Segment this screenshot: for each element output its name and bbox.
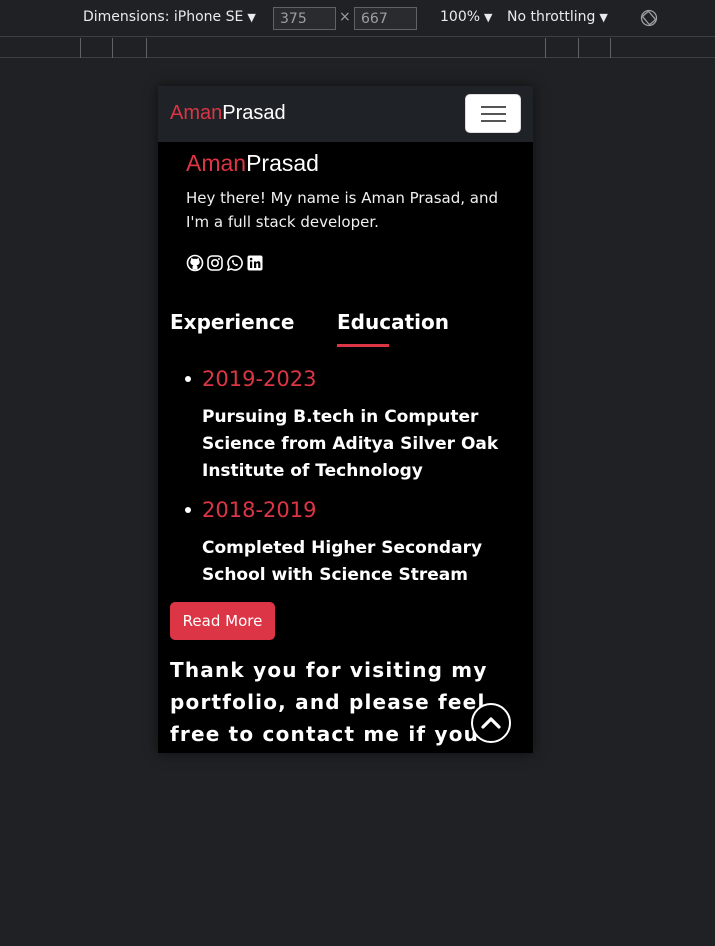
github-icon[interactable] <box>186 254 204 272</box>
education-description: Pursuing B.tech in Computer Science from… <box>202 407 499 481</box>
devtools-device-toolbar: Dimensions: iPhone SE▼ × 100%▼ No thrott… <box>0 0 715 37</box>
width-input[interactable] <box>273 7 336 30</box>
throttling-dropdown[interactable]: No throttling ▼ <box>507 9 608 25</box>
education-year: 2019-2023 <box>202 367 317 391</box>
ruler-divider <box>545 38 546 58</box>
zoom-dropdown[interactable]: 100% ▼ <box>440 9 493 25</box>
brand-last-name: Prasad <box>222 102 286 124</box>
education-description: Completed Higher Secondary School with S… <box>202 538 483 585</box>
ruler-divider <box>112 38 113 58</box>
dropdown-arrow-icon: ▼ <box>484 11 493 24</box>
read-more-button[interactable]: Read More <box>170 602 275 640</box>
whatsapp-icon[interactable] <box>226 254 244 272</box>
height-input[interactable] <box>354 7 417 30</box>
dropdown-arrow-icon: ▼ <box>247 11 256 24</box>
zoom-label: 100% <box>440 9 481 25</box>
ruler-divider <box>146 38 147 58</box>
active-tab-underline <box>337 344 389 347</box>
brand-first-name: Aman <box>170 102 223 124</box>
device-viewport: AmanPrasad AmanPrasad Hey there! My name… <box>158 86 533 753</box>
throttling-label: No throttling <box>507 9 596 25</box>
tab-education-label: Education <box>337 310 449 334</box>
list-item: 2019-2023 Pursuing B.tech in Computer Sc… <box>182 364 522 485</box>
hero-intro: Hey there! My name is Aman Prasad, and I… <box>186 189 499 231</box>
education-year: 2018-2019 <box>202 498 317 522</box>
media-query-bar <box>0 38 715 58</box>
navbar-brand[interactable]: AmanPrasad <box>170 102 286 125</box>
scroll-to-top-button[interactable] <box>471 703 511 743</box>
hamburger-icon <box>481 120 506 122</box>
ruler-divider <box>610 38 611 58</box>
hero-name: AmanPrasad <box>186 150 319 177</box>
list-item: 2018-2019 Completed Higher Secondary Sch… <box>182 495 522 589</box>
instagram-icon[interactable] <box>206 254 224 272</box>
ruler-divider <box>80 38 81 58</box>
navbar-toggler-button[interactable] <box>465 94 521 133</box>
dropdown-arrow-icon: ▼ <box>599 11 608 24</box>
hero-first-name: Aman <box>186 150 247 176</box>
times-sign: × <box>339 9 351 25</box>
resume-tabs: Experience Education <box>170 310 520 350</box>
hero-last-name: Prasad <box>246 150 319 176</box>
dimensions-dropdown[interactable]: Dimensions: iPhone SE ▼ <box>83 9 256 25</box>
linkedin-icon[interactable] <box>246 254 264 272</box>
hamburger-icon <box>481 113 506 115</box>
tab-education[interactable]: Education <box>337 310 449 347</box>
ruler-divider <box>578 38 579 58</box>
dimensions-label: Dimensions: iPhone SE <box>83 9 244 25</box>
tab-experience-label: Experience <box>170 310 295 334</box>
bullet <box>185 507 191 513</box>
rotate-icon[interactable] <box>640 9 658 27</box>
tab-experience[interactable]: Experience <box>170 310 294 334</box>
chevron-up-icon <box>481 717 501 729</box>
navbar: AmanPrasad <box>158 86 533 142</box>
education-list: 2019-2023 Pursuing B.tech in Computer Sc… <box>182 364 522 599</box>
hamburger-icon <box>481 106 506 108</box>
bullet <box>185 376 191 382</box>
social-links <box>186 254 264 272</box>
